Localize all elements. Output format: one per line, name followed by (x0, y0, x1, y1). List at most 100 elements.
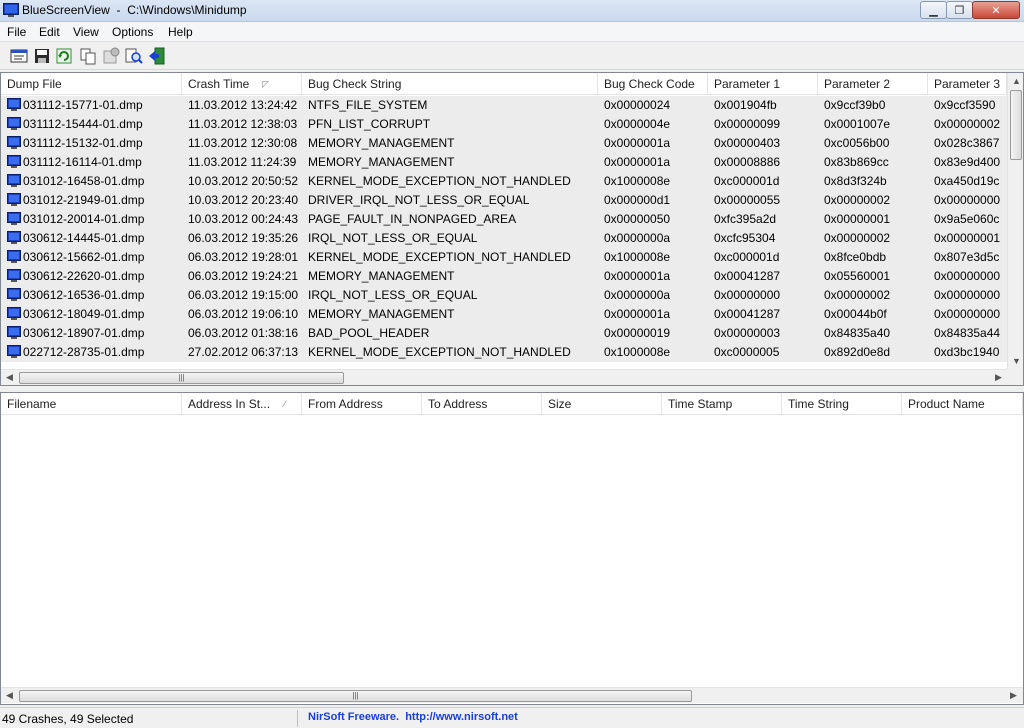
table-cell: MEMORY_MANAGEMENT (308, 307, 455, 321)
table-cell: DRIVER_IRQL_NOT_LESS_OR_EQUAL (308, 193, 530, 207)
driver-list-header: Filename Address In St... ⁄ From Address … (1, 393, 1023, 415)
column-header-to-address[interactable]: To Address (422, 393, 542, 415)
table-cell: 0x1000008e (604, 345, 671, 359)
column-header-time-stamp[interactable]: Time Stamp (662, 393, 782, 415)
table-cell: 0x00000099 (714, 117, 781, 131)
table-row[interactable]: 031012-16458-01.dmp 10.03.2012 20:50:52 KE… (1, 172, 1007, 191)
column-header-parameter-2[interactable]: Parameter 2 (818, 73, 928, 95)
table-cell: 031112-16114-01.dmp (23, 155, 142, 169)
crash-list-horizontal-scrollbar[interactable]: ◀ ||| ▶ (1, 369, 1007, 385)
table-row[interactable]: 030612-16536-01.dmp 06.03.2012 19:15:00 IR… (1, 286, 1007, 305)
column-header-size[interactable]: Size (542, 393, 662, 415)
table-cell: 0xc000001d (714, 174, 780, 188)
save-icon[interactable] (32, 46, 52, 66)
table-cell: 06.03.2012 19:06:10 (188, 307, 299, 321)
table-row[interactable]: 031112-15132-01.dmp 11.03.2012 12:30:08 ME… (1, 134, 1007, 153)
menu-edit[interactable]: Edit (39, 25, 60, 39)
restore-icon: ❐ (954, 4, 965, 17)
table-row[interactable]: 022712-28735-01.dmp 27.02.2012 06:37:13 KE… (1, 343, 1007, 362)
horizontal-scroll-thumb[interactable]: ||| (19, 372, 344, 384)
table-cell: IRQL_NOT_LESS_OR_EQUAL (308, 231, 478, 245)
table-row[interactable]: 031112-15444-01.dmp 11.03.2012 12:38:03 PF… (1, 115, 1007, 134)
find-icon[interactable] (124, 46, 144, 66)
copy-icon[interactable] (78, 46, 98, 66)
column-header-address-in-stack[interactable]: Address In St... ⁄ (182, 393, 302, 415)
driver-list-horizontal-scrollbar[interactable]: ◀ ||| ▶ (1, 687, 1023, 703)
exit-icon[interactable] (147, 46, 167, 66)
table-cell: 0x00000024 (604, 98, 671, 112)
refresh-icon[interactable] (54, 46, 74, 66)
menu-options[interactable]: Options (112, 25, 153, 39)
column-header-parameter-1[interactable]: Parameter 1 (708, 73, 818, 95)
table-row[interactable]: 030612-18907-01.dmp 06.03.2012 01:38:16 BA… (1, 324, 1007, 343)
close-button[interactable]: ✕ (972, 1, 1020, 19)
column-header-bug-check-string[interactable]: Bug Check String (302, 73, 598, 95)
table-row[interactable]: 031112-15771-01.dmp 11.03.2012 13:24:42 NT… (1, 96, 1007, 115)
table-row[interactable]: 030612-18049-01.dmp 06.03.2012 19:06:10 ME… (1, 305, 1007, 324)
crash-list-vertical-scrollbar[interactable]: ▲ ▼ (1007, 73, 1023, 369)
scroll-left-arrow-icon[interactable]: ◀ (6, 690, 13, 701)
table-cell: 0xc0056b00 (824, 136, 890, 150)
nirsoft-link[interactable]: NirSoft Freeware. http://www.nirsoft.net (308, 711, 518, 723)
table-cell: 031112-15444-01.dmp (23, 117, 143, 131)
table-cell: 0x00000002 (824, 193, 891, 207)
column-header-dump-file[interactable]: Dump File (1, 73, 182, 95)
table-row[interactable]: 031012-20014-01.dmp 10.03.2012 00:24:43 PA… (1, 210, 1007, 229)
table-cell: 0x00000000 (934, 307, 1001, 321)
maximize-button[interactable]: ❐ (946, 1, 973, 19)
advanced-options-icon[interactable] (101, 46, 121, 66)
vertical-scroll-thumb[interactable] (1010, 90, 1022, 160)
properties-icon[interactable] (9, 46, 29, 66)
table-cell: 0x83e9d400 (934, 155, 1001, 169)
table-cell: 030612-18049-01.dmp (23, 307, 145, 321)
table-cell: 0x0001007e (824, 117, 891, 131)
dump-file-icon (7, 174, 21, 187)
table-cell: 031012-21949-01.dmp (23, 193, 145, 207)
menu-view[interactable]: View (73, 25, 99, 39)
table-cell: MEMORY_MANAGEMENT (308, 136, 455, 150)
table-cell: 0x00000403 (714, 136, 781, 150)
menu-help[interactable]: Help (168, 25, 193, 39)
table-cell: 10.03.2012 00:24:43 (188, 212, 299, 226)
table-cell: 030612-18907-01.dmp (23, 326, 145, 340)
column-header-from-address[interactable]: From Address (302, 393, 422, 415)
scroll-up-arrow-icon[interactable]: ▲ (1012, 76, 1021, 86)
table-cell: 031112-15132-01.dmp (23, 136, 143, 150)
crash-list-rows: 031112-15771-01.dmp 11.03.2012 13:24:42 NT… (1, 96, 1007, 368)
table-row[interactable]: 030612-14445-01.dmp 06.03.2012 19:35:26 IR… (1, 229, 1007, 248)
horizontal-scroll-thumb[interactable]: ||| (19, 690, 692, 702)
column-header-parameter-3[interactable]: Parameter 3 (928, 73, 1007, 95)
column-header-time-string[interactable]: Time String (782, 393, 902, 415)
scroll-right-arrow-icon[interactable]: ▶ (995, 372, 1002, 383)
scroll-down-arrow-icon[interactable]: ▼ (1012, 356, 1021, 366)
minimize-button[interactable]: ▁ (920, 1, 947, 19)
table-row[interactable]: 031112-16114-01.dmp 11.03.2012 11:24:39 ME… (1, 153, 1007, 172)
column-header-product-name[interactable]: Product Name (902, 393, 1023, 415)
toolbar (0, 43, 1024, 70)
table-cell: MEMORY_MANAGEMENT (308, 155, 455, 169)
table-cell: 11.03.2012 12:30:08 (188, 136, 298, 150)
menu-file[interactable]: File (7, 25, 26, 39)
table-cell: 0x00000019 (604, 326, 671, 340)
table-cell: KERNEL_MODE_EXCEPTION_NOT_HANDLED (308, 174, 571, 188)
scroll-right-arrow-icon[interactable]: ▶ (1010, 690, 1017, 701)
table-cell: 11.03.2012 12:38:03 (188, 117, 298, 131)
table-cell: 0x00000050 (604, 212, 671, 226)
table-cell: 0x9ccf3590 (934, 98, 996, 112)
column-header-crash-time[interactable]: Crash Time ◸ (182, 73, 302, 95)
table-row[interactable]: 030612-22620-01.dmp 06.03.2012 19:24:21 ME… (1, 267, 1007, 286)
table-cell: 0x00000002 (824, 288, 891, 302)
column-header-filename[interactable]: Filename (1, 393, 182, 415)
table-cell: 030612-22620-01.dmp (23, 269, 145, 283)
scroll-left-arrow-icon[interactable]: ◀ (6, 372, 13, 383)
table-row[interactable]: 030612-15662-01.dmp 06.03.2012 19:28:01 KE… (1, 248, 1007, 267)
table-row[interactable]: 031012-21949-01.dmp 10.03.2012 20:23:40 DR… (1, 191, 1007, 210)
table-cell: 0x1000008e (604, 250, 671, 264)
column-header-crash-time-label: Crash Time (188, 77, 250, 91)
table-cell: 022712-28735-01.dmp (23, 345, 145, 359)
table-cell: 0xfc395a2d (714, 212, 777, 226)
close-icon: ✕ (991, 4, 1001, 17)
column-header-bug-check-code[interactable]: Bug Check Code (598, 73, 708, 95)
table-cell: 0x0000001a (604, 155, 671, 169)
table-cell: 0x00000003 (714, 326, 781, 340)
